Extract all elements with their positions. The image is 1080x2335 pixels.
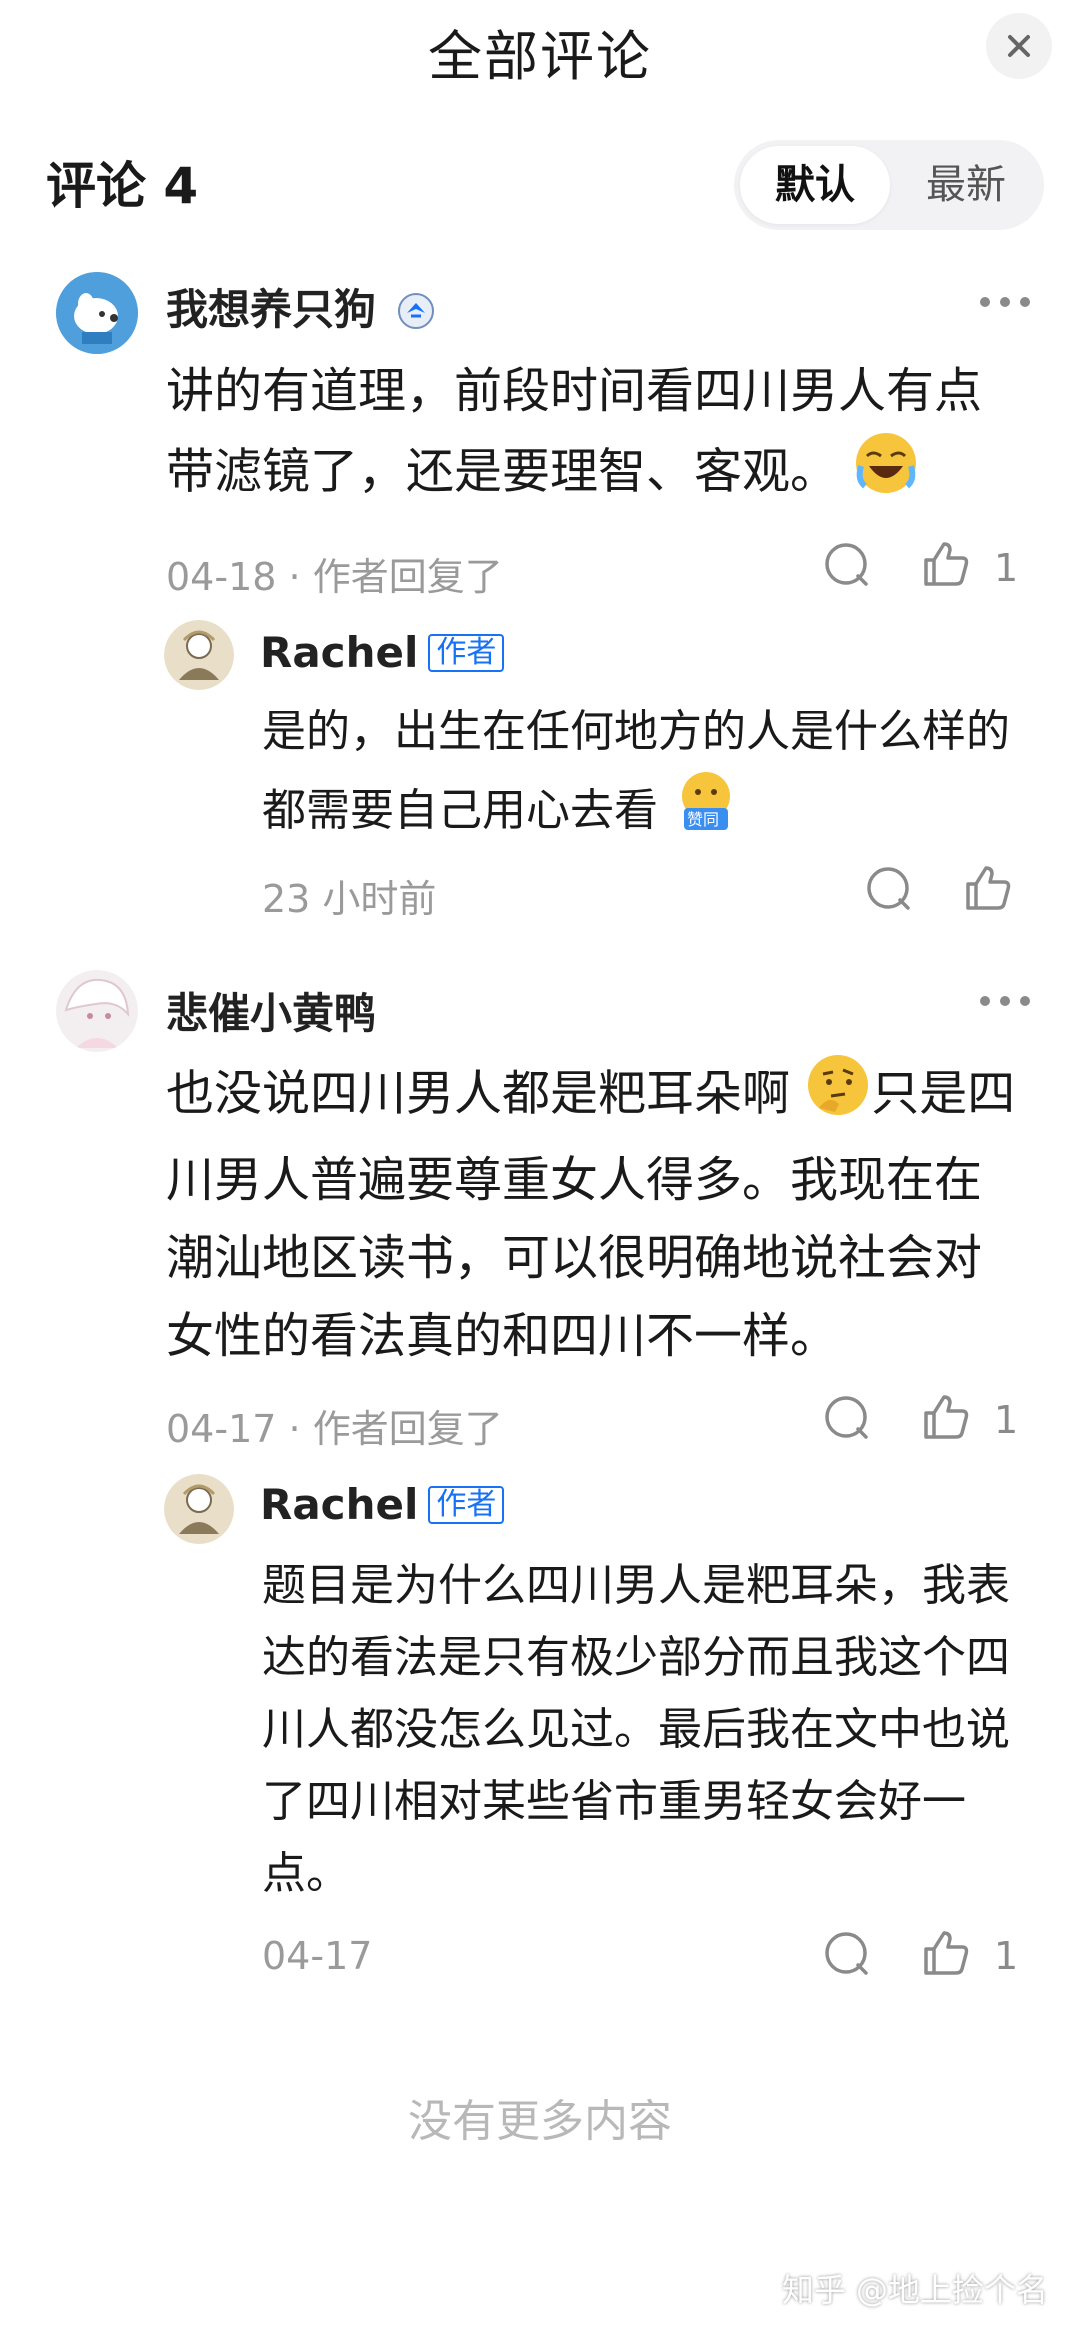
comment-bubble-icon: [825, 543, 868, 586]
like-button[interactable]: [962, 862, 1014, 918]
reply-text: 是的，出生在任何地方的人是什么样的都需要自己用心去看 赞同: [262, 696, 1032, 858]
avatar[interactable]: [164, 1474, 234, 1544]
reply-meta: 04-17: [262, 1934, 372, 1978]
agree-emoji-label: 赞同: [687, 810, 720, 829]
comment-text: 讲的有道理，前段时间看四川男人有点带滤镜了，还是要理智、客观。: [166, 352, 1026, 519]
reply-meta: 23 小时前: [262, 868, 436, 923]
commenter-name-text: 我想养只狗: [166, 285, 377, 334]
comment-text-content: 也没说四川男人都是粑耳朵啊: [166, 1065, 791, 1122]
comments-count: 评论 4: [46, 157, 199, 215]
verified-badge-icon: [397, 293, 434, 329]
like-count: 1: [994, 546, 1019, 590]
like-button[interactable]: [920, 1927, 972, 1983]
no-more-content-note: 没有更多内容: [408, 2096, 672, 2147]
avatar[interactable]: [56, 272, 138, 354]
reply-button[interactable]: [822, 1929, 872, 1983]
close-button[interactable]: [986, 13, 1052, 79]
thumbs-up-icon: [924, 542, 969, 586]
comment-bubble-icon: [825, 1932, 868, 1975]
agree-emoji-icon: 赞同: [672, 768, 740, 858]
sort-default-button[interactable]: 默认: [740, 146, 890, 224]
reply-author-name[interactable]: Rachel 作者: [260, 1480, 505, 1529]
author-replied-note: 作者回复了: [312, 1407, 503, 1451]
watermark: 知乎 @地上捡个名: [781, 2271, 1048, 2309]
avatar[interactable]: [56, 970, 138, 1052]
like-count: 1: [994, 1934, 1019, 1978]
comment-text: 也没说四川男人都是粑耳朵啊 只是四川男人普遍要尊重女人得多。我现在在潮汕地区读书…: [166, 1052, 1026, 1375]
sort-newest-button[interactable]: 最新: [894, 146, 1038, 224]
sort-toggle: 默认 最新: [734, 140, 1044, 230]
reply-button[interactable]: [822, 540, 872, 594]
thumbs-up-icon: [924, 1931, 969, 1975]
reply-button[interactable]: [864, 864, 914, 918]
reply-button[interactable]: [822, 1393, 872, 1447]
comment-date: 04-18: [166, 555, 277, 599]
comment-meta: 04-18 · 作者回复了: [166, 546, 503, 601]
more-options-icon[interactable]: [980, 297, 1030, 307]
avatar[interactable]: [164, 620, 234, 690]
reply-text: 题目是为什么四川男人是粑耳朵，我表达的看法是只有极少部分而且我这个四川人都没怎么…: [262, 1560, 1010, 1899]
author-badge: 作者: [428, 634, 505, 672]
thinking-emoji-icon: [805, 1052, 871, 1141]
thumbs-up-icon: [924, 1395, 969, 1439]
author-badge: 作者: [428, 1486, 505, 1524]
reply-author-name-text: Rachel: [260, 1480, 419, 1529]
commenter-name[interactable]: 悲催小黄鸭: [166, 980, 376, 1041]
meta-separator: ·: [288, 1407, 313, 1451]
meta-separator: ·: [288, 555, 313, 599]
reply-time: 23 小时前: [262, 877, 437, 921]
thumbs-up-icon: [966, 866, 1011, 910]
close-icon: [1008, 35, 1030, 57]
comment-date: 04-17: [166, 1407, 277, 1451]
reply-author-name-text: Rachel: [260, 628, 419, 677]
like-button[interactable]: [920, 538, 972, 594]
reply-time: 04-17: [262, 1934, 373, 1978]
page-title: 全部评论: [428, 25, 652, 88]
like-button[interactable]: [920, 1391, 972, 1447]
reply-text-content: 是的，出生在任何地方的人是什么样的都需要自己用心去看: [262, 706, 1010, 836]
author-replied-note: 作者回复了: [312, 555, 503, 599]
more-options-icon[interactable]: [980, 996, 1030, 1006]
like-count: 1: [994, 1398, 1019, 1442]
comment-bubble-icon: [867, 867, 910, 910]
comment-meta: 04-17 · 作者回复了: [166, 1398, 503, 1453]
header: 全部评论: [0, 0, 1080, 96]
comment-bubble-icon: [825, 1396, 868, 1439]
reply-author-name[interactable]: Rachel 作者: [260, 628, 505, 677]
laugh-cry-emoji-icon: [853, 430, 919, 519]
commenter-name[interactable]: 我想养只狗: [166, 276, 435, 337]
